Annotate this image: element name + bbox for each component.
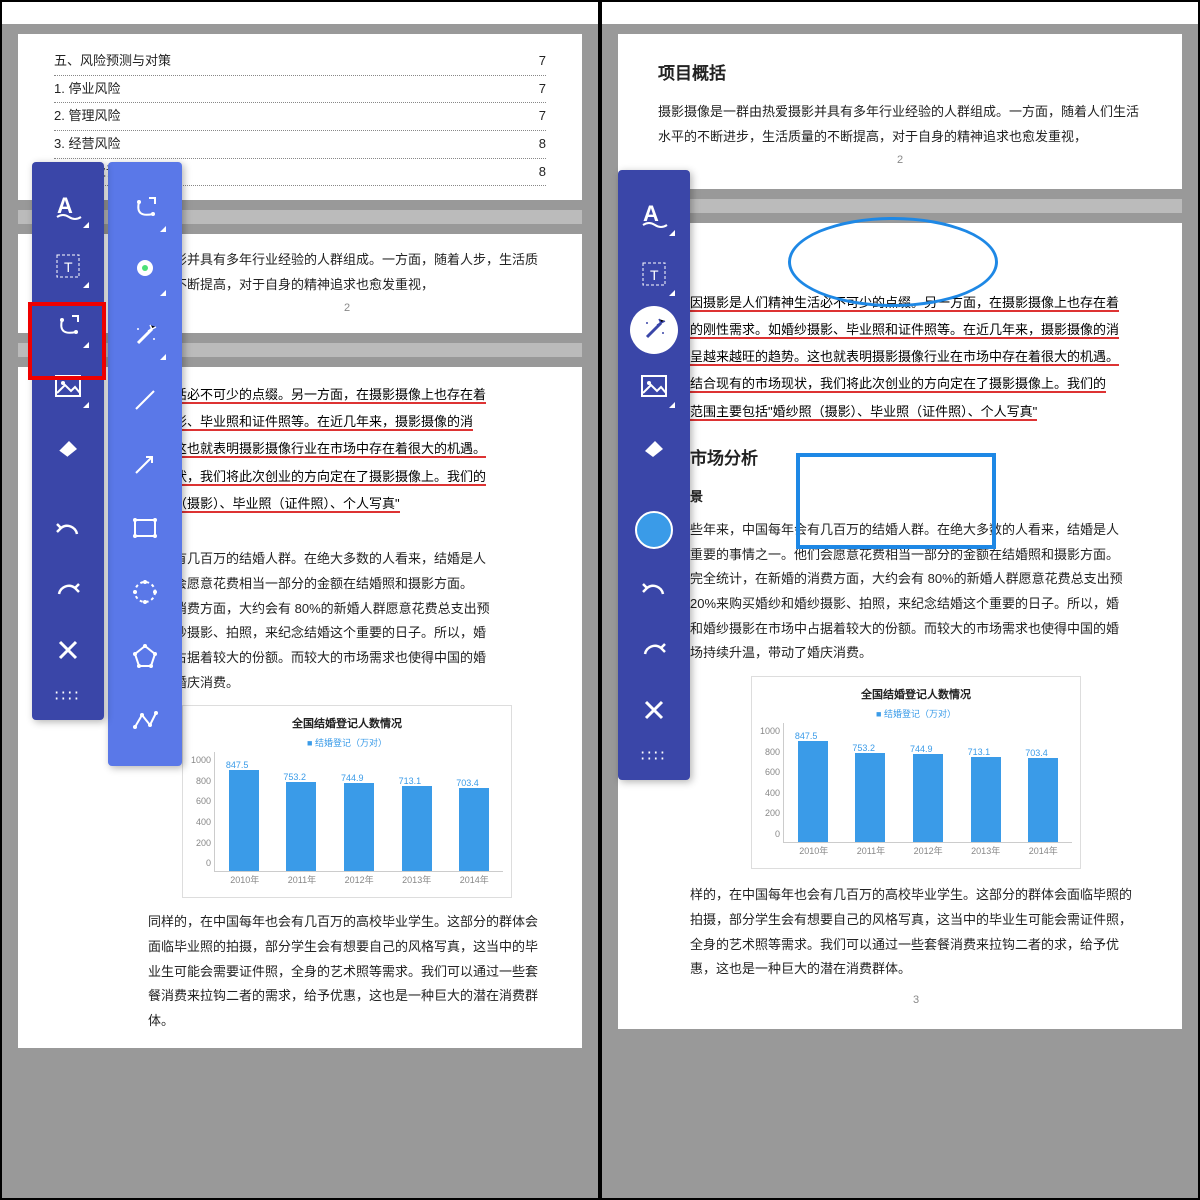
status-bar (602, 2, 1198, 24)
paragraph: 样的，在中国每年也会有几百万的高校毕业学生。这部分的群体会面临毕照的拍摄，部分学… (690, 883, 1142, 982)
paragraph: 摄影摄像是一群由热爱摄影并具有多年行业经验的人群组成。一方面，随着人们生活水平的… (658, 100, 1142, 149)
undo-icon[interactable] (630, 562, 678, 618)
toc-row: 3. 经营风险8 (54, 131, 546, 159)
annotation-toolbar: A T ∷∷ (32, 162, 104, 720)
paragraph: 爱摄影并具有多年行业经验的人群组成。一方面，随着人步，生活质量的不断提高，对于自… (148, 248, 546, 297)
compass-icon[interactable] (121, 176, 169, 240)
annotation-toolbar: A T ∷∷ (618, 170, 690, 780)
text-style-icon[interactable]: A (630, 186, 678, 242)
highlight-box (28, 302, 106, 380)
shapes-submenu (108, 162, 182, 766)
text-box-icon[interactable]: T (44, 238, 92, 294)
arrow-icon[interactable] (121, 432, 169, 496)
bar-chart: 全国结婚登记人数情况■ 结婚登记（万对）10008006004002000847… (182, 705, 512, 898)
heading: 项目概括 (658, 58, 1142, 90)
circle-icon[interactable] (121, 560, 169, 624)
status-bar (2, 2, 598, 24)
toc-row: 2. 管理风险7 (54, 103, 546, 131)
text-style-icon[interactable]: A (44, 178, 92, 234)
redo-icon[interactable] (44, 562, 92, 618)
toc-row: 五、风险预测与对策7 (54, 48, 546, 76)
close-icon[interactable] (44, 622, 92, 678)
drawn-ellipse[interactable] (788, 217, 998, 307)
drawn-rectangle[interactable] (796, 453, 996, 549)
line-icon[interactable] (121, 368, 169, 432)
close-icon[interactable] (630, 682, 678, 738)
undo-icon[interactable] (44, 502, 92, 558)
magic-wand-icon[interactable] (121, 304, 169, 368)
doc-page-a: 项目概括 摄影摄像是一群由热爱摄影并具有多年行业经验的人群组成。一方面，随着人们… (618, 34, 1182, 189)
location-pin-icon[interactable] (121, 240, 169, 304)
redo-icon[interactable] (630, 622, 678, 678)
rectangle-icon[interactable] (121, 496, 169, 560)
paragraph: 同样的，在中国每年也会有几百万的高校毕业学生。这部分的群体会面临毕业照的拍摄，部… (148, 910, 546, 1033)
more-icon[interactable]: ∷∷ (55, 686, 81, 706)
svg-text:T: T (650, 267, 659, 283)
image-tool-icon[interactable] (630, 358, 678, 414)
pentagon-icon[interactable] (121, 624, 169, 688)
polyline-icon[interactable] (121, 688, 169, 752)
doc-page-b: 因摄影是人们精神生活必不可少的点缀。另一方面，在摄影摄像上也存在着的刚性需求。如… (618, 223, 1182, 1029)
eraser-icon[interactable] (44, 418, 92, 474)
magic-wand-icon[interactable] (630, 306, 678, 354)
bar-chart: 全国结婚登记人数情况■ 结婚登记（万对）10008006004002000847… (751, 676, 1081, 869)
toc-row: 1. 停业风险7 (54, 76, 546, 104)
more-icon[interactable]: ∷∷ (641, 746, 667, 766)
eraser-icon[interactable] (630, 418, 678, 474)
text-box-icon[interactable]: T (630, 246, 678, 302)
selected-shape-icon[interactable] (630, 502, 678, 558)
left-screenshot: 五、风险预测与对策71. 停业风险72. 管理风险73. 经营风险8六、创业评估… (0, 0, 600, 1200)
svg-text:T: T (64, 259, 73, 275)
right-screenshot: 项目概括 摄影摄像是一群由热爱摄影并具有多年行业经验的人群组成。一方面，随着人们… (600, 0, 1200, 1200)
